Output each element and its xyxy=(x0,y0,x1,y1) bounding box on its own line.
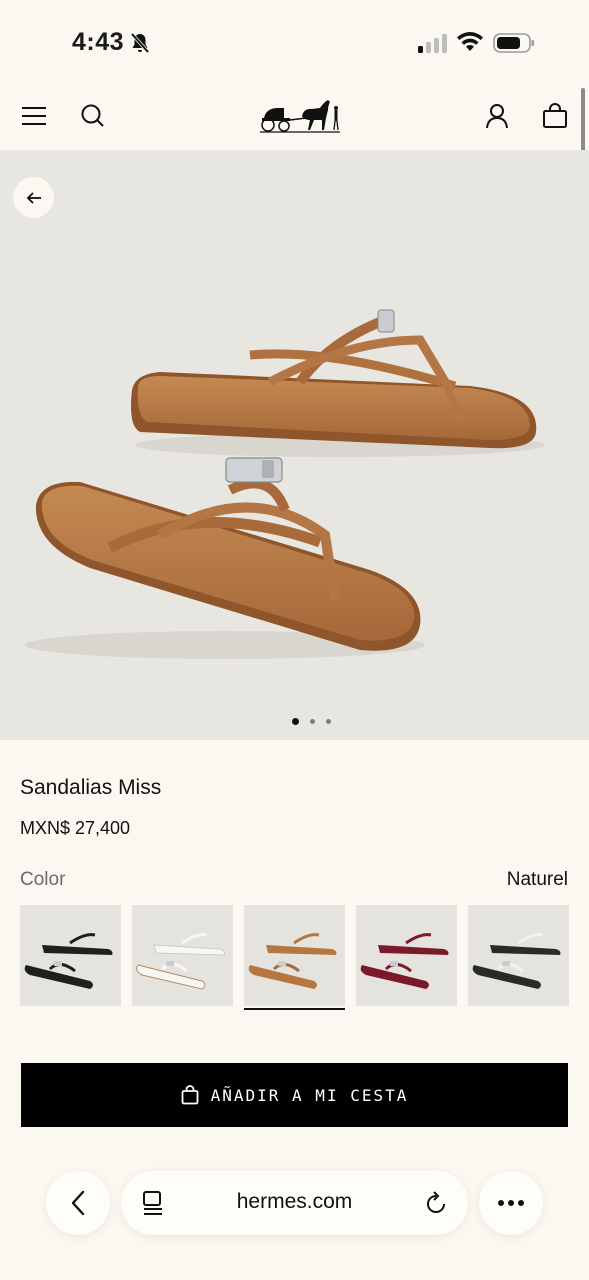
selected-color-name: Naturel xyxy=(506,869,568,890)
wifi-icon xyxy=(456,31,484,58)
cart-button[interactable] xyxy=(539,100,571,132)
hermes-carriage-logo[interactable] xyxy=(258,94,342,139)
bell-muted-icon xyxy=(128,31,152,60)
cellular-signal-icon xyxy=(418,33,448,58)
account-icon xyxy=(486,104,508,129)
color-label: Color xyxy=(20,869,66,890)
swatch-blanc[interactable] xyxy=(132,905,233,1011)
menu-button[interactable] xyxy=(18,100,50,132)
search-icon xyxy=(81,104,104,127)
shopping-bag-icon xyxy=(181,1085,199,1105)
address-bar[interactable]: hermes.com xyxy=(121,1171,468,1235)
battery-icon xyxy=(493,33,535,58)
carousel-dot-1[interactable] xyxy=(292,718,299,725)
site-header xyxy=(0,86,589,150)
carousel-dot-3[interactable] xyxy=(326,719,331,724)
status-bar: 4:43 xyxy=(0,0,589,86)
swatch-noir-blanc[interactable] xyxy=(468,905,569,1011)
carousel-dot-2[interactable] xyxy=(310,719,315,724)
add-to-cart-label: AÑADIR A MI CESTA xyxy=(210,1085,409,1105)
product-title: Sandalias Miss xyxy=(20,776,162,799)
arrow-left-icon xyxy=(26,191,41,204)
more-options-button[interactable] xyxy=(479,1171,543,1235)
swatch-noir[interactable] xyxy=(20,905,121,1011)
swatch-naturel[interactable] xyxy=(244,905,345,1011)
back-button[interactable] xyxy=(13,177,54,218)
swatch-rouge[interactable] xyxy=(356,905,457,1011)
product-image-carousel[interactable] xyxy=(0,150,589,740)
search-button[interactable] xyxy=(77,100,109,132)
product-price: MXN$ 27,400 xyxy=(20,818,131,838)
reload-icon[interactable] xyxy=(424,1190,448,1221)
carousel-dots xyxy=(292,718,331,725)
more-icon xyxy=(498,1200,524,1206)
add-to-cart-button[interactable]: AÑADIR A MI CESTA xyxy=(21,1063,568,1127)
color-swatch-list xyxy=(20,905,569,1011)
menu-icon xyxy=(22,107,46,125)
shopping-bag-icon xyxy=(543,103,567,128)
chevron-left-icon xyxy=(71,1190,85,1216)
url-text: hermes.com xyxy=(236,1190,353,1213)
product-image xyxy=(25,309,545,659)
status-time: 4:43 xyxy=(72,28,125,56)
selected-swatch-indicator xyxy=(244,1008,345,1010)
account-button[interactable] xyxy=(481,100,513,132)
browser-back-button[interactable] xyxy=(46,1171,110,1235)
